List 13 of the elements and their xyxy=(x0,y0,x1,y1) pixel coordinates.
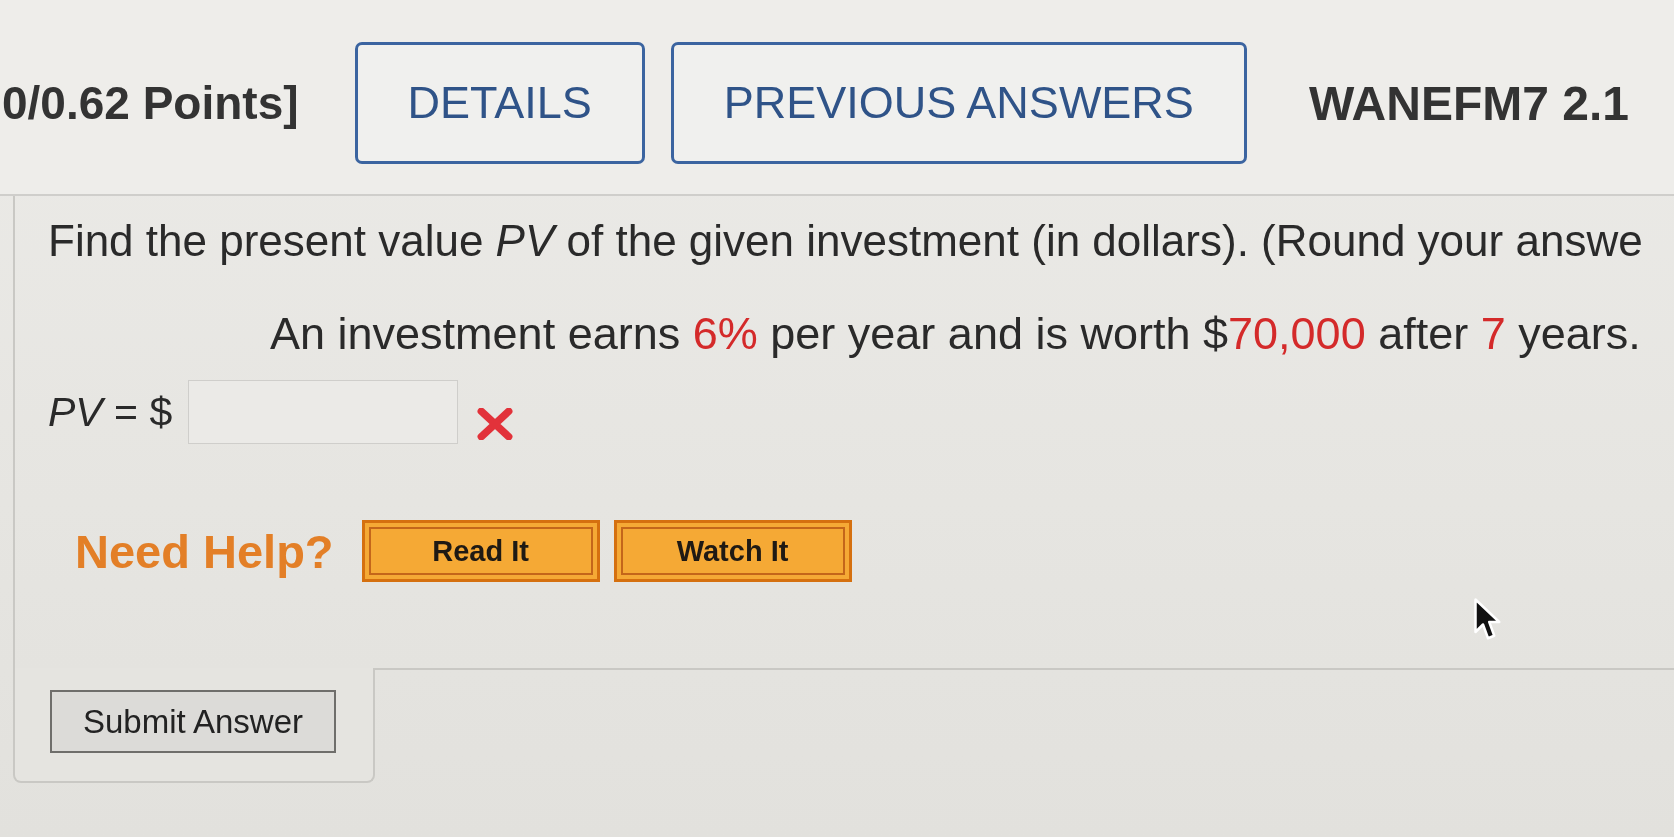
need-help-label: Need Help? xyxy=(75,523,334,579)
mouse-pointer-icon xyxy=(1473,597,1503,642)
question-prompt: Find the present value PV of the given investment (in dollars). (Round your answe xyxy=(48,216,1643,266)
answer-field[interactable] xyxy=(188,380,459,444)
question-scenario: An investment earns 6% per year and is worth $70,000 after 7 years. xyxy=(270,308,1641,360)
help-button[interactable]: Watch It xyxy=(613,520,852,582)
help-button[interactable]: Read It xyxy=(361,520,600,582)
problem-id: WANEFM7 2.1 xyxy=(1308,75,1629,131)
header-button[interactable]: PREVIOUS ANSWERS xyxy=(670,42,1247,164)
header-button[interactable]: DETAILS xyxy=(354,42,645,164)
points-score: 0/0.62 Points] xyxy=(2,76,299,130)
answer-label: PV = $ xyxy=(48,388,173,436)
submit-button[interactable]: Submit Answer xyxy=(50,690,336,753)
